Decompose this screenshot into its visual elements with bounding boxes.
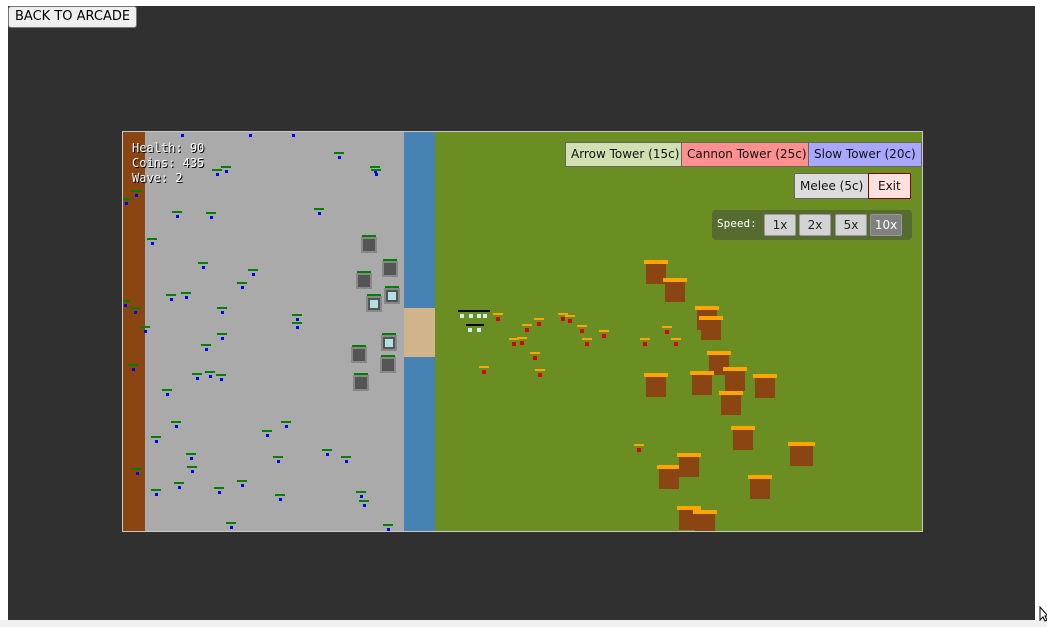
game-canvas[interactable]: Health: 90 Coins: 435 Wave: 2 Arrow Towe…: [122, 131, 923, 532]
enemy-hut: [791, 442, 815, 466]
cannon-tower: [353, 373, 369, 391]
speed-1x-button[interactable]: 1x: [764, 214, 796, 236]
wave-readout: Wave: 2: [132, 171, 183, 185]
speed-control: Speed: 1x 2x 5x 10x: [712, 210, 912, 240]
cannon-tower-button[interactable]: Cannon Tower (25c): [681, 142, 813, 167]
coins-value: 435: [182, 156, 205, 170]
cannon-tower: [361, 235, 377, 253]
enemy-hut: [693, 510, 717, 531]
cannon-tower: [351, 345, 367, 363]
speed-5x-button[interactable]: 5x: [835, 214, 867, 236]
cannon-tower: [380, 355, 396, 373]
wave-value: 2: [175, 171, 183, 185]
slow-tower: [366, 294, 382, 312]
enemy-hut: [699, 316, 723, 340]
enemy-hut: [690, 371, 714, 395]
arrow-tower-button[interactable]: Arrow Tower (15c): [565, 142, 686, 167]
cannon-tower: [382, 259, 398, 277]
enemy-hut: [719, 391, 743, 415]
bridge: [404, 308, 435, 357]
enemy-hut: [753, 374, 777, 398]
coins-readout: Coins: 435: [132, 156, 205, 170]
slow-tower: [381, 333, 397, 351]
slow-tower-button[interactable]: Slow Tower (20c): [808, 142, 922, 167]
speed-10x-button[interactable]: 10x: [870, 214, 902, 236]
enemy-hut: [663, 278, 687, 302]
speed-label: Speed:: [717, 217, 757, 230]
enemy-hut: [723, 367, 747, 391]
health-readout: Health: 90: [132, 141, 205, 155]
health-value: 90: [189, 141, 205, 155]
enemy-hut: [677, 453, 701, 477]
speed-2x-button[interactable]: 2x: [799, 214, 831, 236]
cannon-tower: [356, 271, 372, 289]
hud-stats: Health: 90 Coins: 435 Wave: 2: [132, 141, 204, 186]
slow-tower: [384, 286, 400, 304]
enemy-hut: [657, 465, 681, 489]
horizontal-scrollbar[interactable]: [0, 620, 1047, 627]
enemy-hut: [748, 475, 772, 499]
melee-button[interactable]: Melee (5c): [794, 173, 870, 199]
enemy-hut: [731, 426, 755, 450]
stone-road: [145, 132, 404, 531]
back-to-arcade-button[interactable]: BACK TO ARCADE: [8, 6, 138, 28]
exit-button[interactable]: Exit: [868, 173, 911, 199]
enemy-hut: [644, 373, 668, 397]
pointer-cursor-icon: [1039, 606, 1047, 622]
